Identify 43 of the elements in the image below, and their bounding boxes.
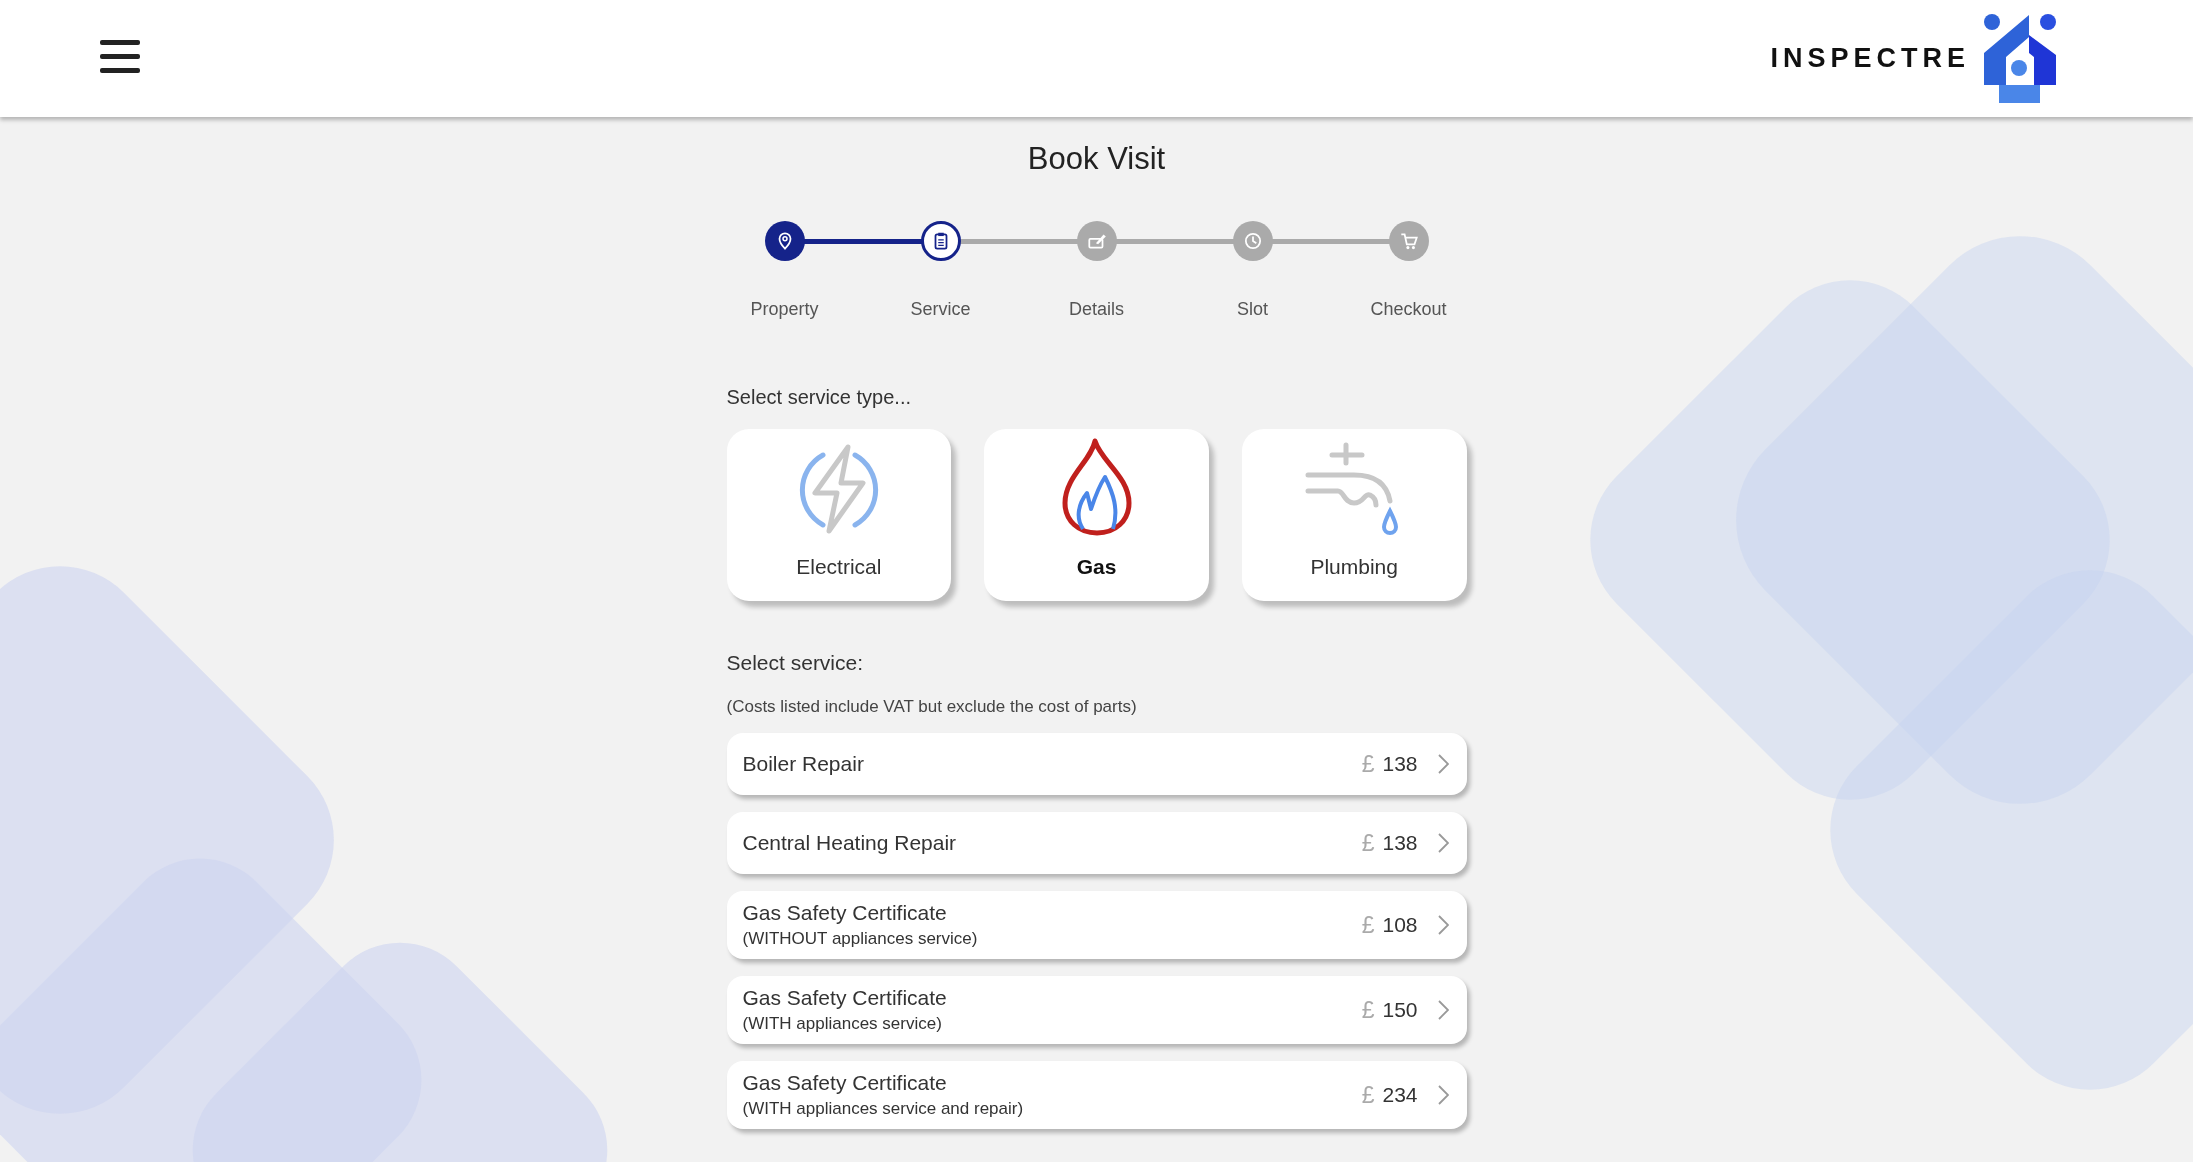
- currency-symbol: £: [1361, 996, 1375, 1024]
- currency-symbol: £: [1361, 911, 1375, 939]
- currency-symbol: £: [1361, 829, 1375, 857]
- service-price: 234: [1382, 1083, 1418, 1107]
- service-title: Boiler Repair: [742, 752, 865, 776]
- service-title: Central Heating Repair: [742, 831, 958, 855]
- section-heading: Select service:: [726, 651, 865, 675]
- service-row[interactable]: Gas Safety Certificate (WITH appliances service and repair) £ 234: [726, 1061, 1467, 1129]
- logo-text: INSPECTRE: [1770, 43, 1970, 74]
- page-title: Book Visit: [1027, 141, 1166, 177]
- chevron-right-icon: [1437, 1085, 1449, 1105]
- service-subtitle: (WITH appliances service and repair): [742, 1099, 1025, 1119]
- step-label: Slot: [1237, 299, 1268, 320]
- service-price: 108: [1382, 913, 1418, 937]
- service-type-card[interactable]: Plumbing: [1241, 429, 1467, 601]
- service-row[interactable]: Boiler Repair £ 138: [726, 733, 1467, 795]
- service-row[interactable]: Gas Safety Certificate (WITH appliances service) £ 150: [726, 976, 1467, 1044]
- price-note: (Costs listed include VAT but exclude the cost of parts): [726, 697, 1138, 717]
- service-title: Gas Safety Certificate: [742, 901, 948, 925]
- chevron-right-icon: [1437, 1000, 1449, 1020]
- menu-icon: [100, 40, 140, 74]
- chevron-right-icon: [1437, 754, 1449, 774]
- chevron-right-icon: [1437, 833, 1449, 853]
- step-label: Property: [750, 299, 819, 320]
- service-title: Gas Safety Certificate: [742, 986, 948, 1010]
- step-label: Checkout: [1370, 299, 1447, 320]
- service-price: 138: [1382, 752, 1418, 776]
- currency-symbol: £: [1361, 1081, 1375, 1109]
- service-row[interactable]: Central Heating Repair £ 138: [726, 812, 1467, 874]
- service-subtitle: (WITHOUT appliances service): [742, 929, 979, 949]
- house-logo-icon: [1982, 12, 2058, 105]
- service-row[interactable]: Gas Safety Certificate (WITHOUT appliances service) £ 108: [726, 891, 1467, 959]
- service-price: 138: [1382, 831, 1418, 855]
- chevron-right-icon: [1437, 915, 1449, 935]
- currency-symbol: £: [1361, 750, 1375, 778]
- service-type-card[interactable]: Gas: [984, 429, 1209, 601]
- service-type-card[interactable]: Electrical: [726, 429, 952, 601]
- service-subtitle: (WITH appliances service): [742, 1014, 943, 1034]
- section-heading: Select service type...: [726, 386, 913, 409]
- step-label: Service: [910, 299, 971, 320]
- service-price: 150: [1382, 998, 1418, 1022]
- service-title: Gas Safety Certificate: [742, 1071, 948, 1095]
- step-label: Details: [1069, 299, 1124, 320]
